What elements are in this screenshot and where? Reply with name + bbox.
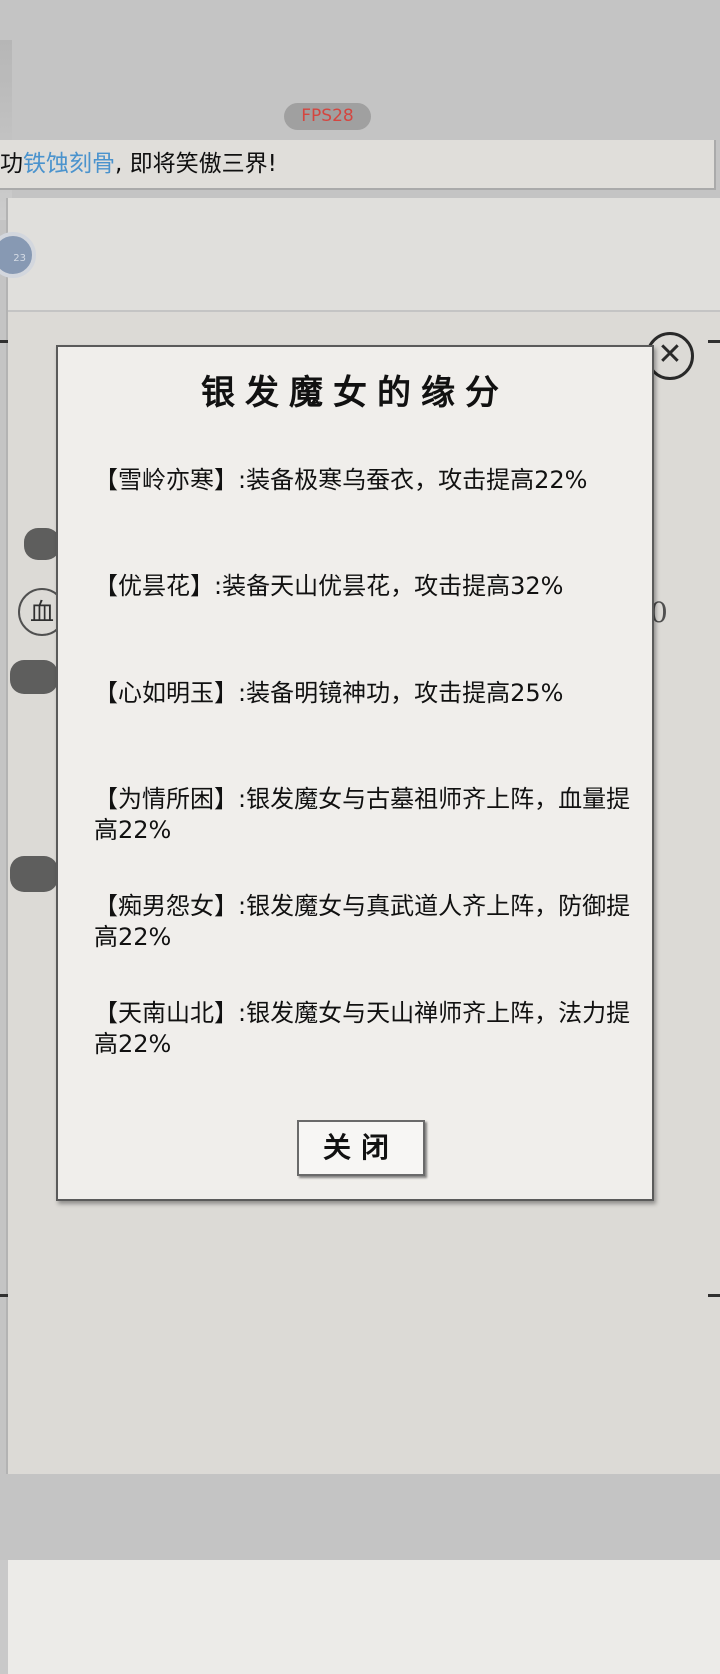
close-button[interactable]: 关闭 [297, 1120, 425, 1176]
bond-entry: 【为情所困】:银发魔女与古墓祖师齐上阵，血量提高22% [94, 785, 631, 844]
bond-entry: 【心如明玉】:装备明镜神功，攻击提高25% [94, 679, 564, 707]
bond-entry: 【优昙花】:装备天山优昙花，攻击提高32% [94, 572, 564, 600]
fate-bond-dialog: 银发魔女的缘分 【雪岭亦寒】:装备极寒乌蚕衣，攻击提高22% 【优昙花】:装备天… [56, 345, 654, 1201]
dialog-title: 银发魔女的缘分 [201, 373, 509, 413]
bond-entry: 【天南山北】:银发魔女与天山禅师齐上阵，法力提高22% [94, 999, 631, 1058]
bond-entry: 【雪岭亦寒】:装备极寒乌蚕衣，攻击提高22% [94, 466, 588, 494]
bottom-strip [8, 1558, 720, 1674]
bond-entry: 【痴男怨女】:银发魔女与真武道人齐上阵，防御提高22% [94, 892, 631, 951]
